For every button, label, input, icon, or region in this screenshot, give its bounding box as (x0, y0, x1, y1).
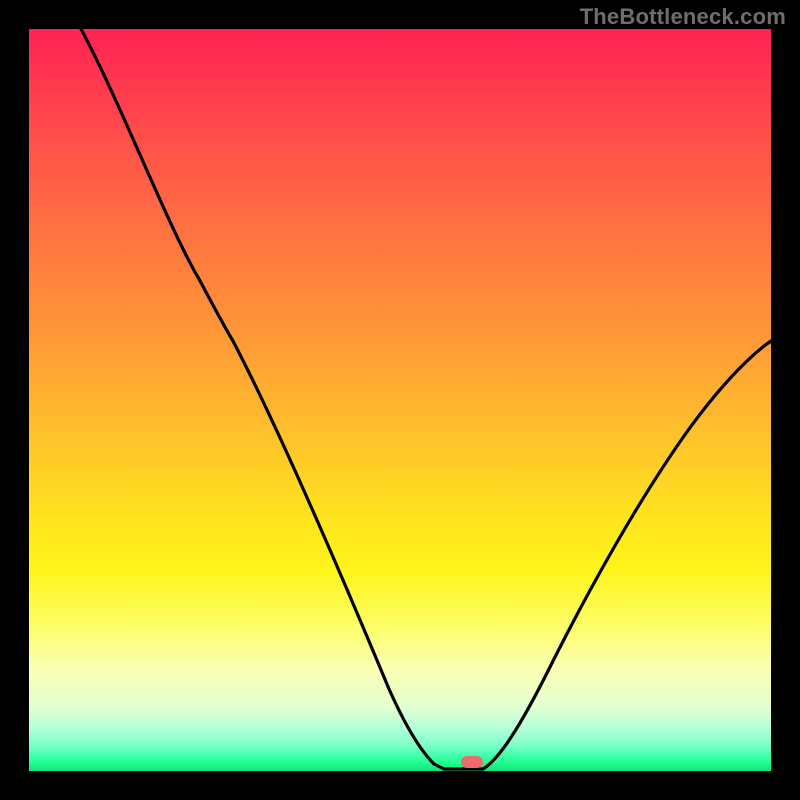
bottleneck-curve (29, 29, 771, 771)
plot-area (29, 29, 771, 771)
curve-path (81, 29, 771, 769)
chart-stage: TheBottleneck.com (0, 0, 800, 800)
watermark-label: TheBottleneck.com (580, 4, 786, 30)
optimal-point-marker (461, 756, 483, 768)
